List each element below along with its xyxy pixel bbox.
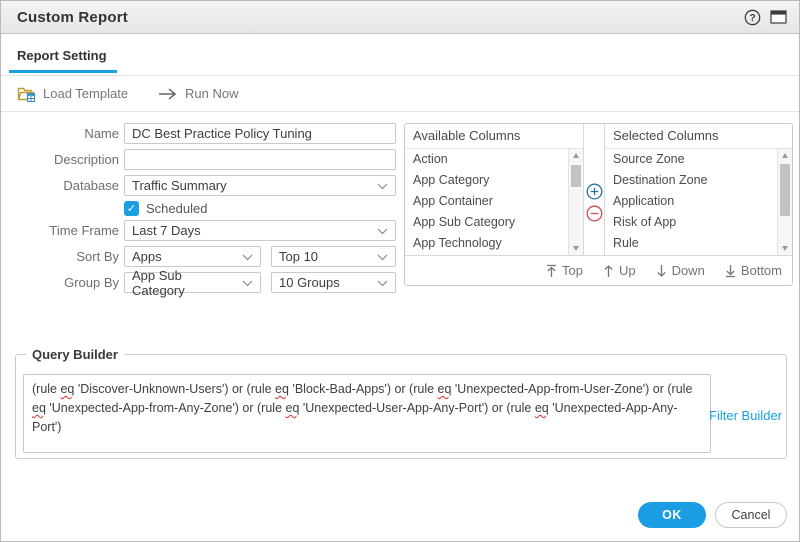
chevron-down-icon	[242, 280, 253, 287]
arrow-to-top-icon	[546, 264, 557, 278]
sort-limit-value: Top 10	[279, 249, 319, 264]
sort-by-select[interactable]: Apps	[124, 246, 261, 267]
chevron-down-icon	[377, 280, 388, 287]
load-template-folder-icon	[17, 86, 36, 102]
arrow-up-icon	[603, 264, 614, 278]
sort-limit-select[interactable]: Top 10	[271, 246, 396, 267]
help-icon[interactable]: ?	[743, 9, 761, 25]
list-item[interactable]: Destination Zone	[605, 170, 777, 191]
toolbar: Load Template Run Now	[1, 76, 799, 112]
tab-report-setting[interactable]: Report Setting	[9, 48, 117, 73]
time-frame-label: Time Frame	[49, 223, 119, 238]
selected-columns-header: Selected Columns	[605, 124, 792, 149]
sort-by-row: Sort By Apps Top 10	[1, 246, 396, 267]
database-row: Database Traffic Summary	[1, 175, 396, 196]
list-item[interactable]: Source Zone	[605, 149, 777, 170]
sort-by-value: Apps	[132, 249, 162, 264]
columns-panel: Available Columns Selected Columns Actio…	[404, 123, 793, 286]
sort-by-label: Sort By	[76, 249, 119, 264]
move-up-label: Up	[618, 263, 636, 278]
move-up-button[interactable]: Up	[603, 263, 636, 278]
list-item[interactable]: App Category	[405, 170, 568, 191]
scroll-down-icon[interactable]	[573, 246, 579, 251]
list-item[interactable]: App Sub Category	[405, 212, 568, 233]
description-label: Description	[53, 152, 119, 167]
list-item[interactable]: Action	[405, 149, 568, 170]
available-columns-list: Action App Category App Container App Sub C…	[405, 149, 583, 255]
database-value: Traffic Summary	[132, 178, 227, 193]
query-builder-group: Query Builder (rule eq 'Discover-Unknown…	[15, 347, 787, 459]
scroll-thumb[interactable]	[571, 165, 581, 187]
query-builder-legend: Query Builder	[32, 347, 118, 362]
scheduled-label: Scheduled	[146, 201, 208, 216]
time-frame-select[interactable]: Last 7 Days	[124, 220, 396, 241]
database-label: Database	[63, 178, 119, 193]
group-by-value: App Sub Category	[132, 267, 185, 298]
time-frame-row: Time Frame Last 7 Days	[1, 220, 396, 241]
load-template-label: Load Template	[43, 86, 129, 101]
ok-button[interactable]: OK	[638, 502, 706, 528]
run-now-button[interactable]: Run Now	[158, 86, 239, 101]
selected-scrollbar[interactable]	[777, 149, 792, 255]
selected-columns-list: Source Zone Destination Zone Application Ri…	[605, 149, 792, 255]
scheduled-row: Scheduled	[124, 201, 207, 216]
run-arrow-icon	[158, 87, 178, 100]
cancel-button[interactable]: Cancel	[715, 502, 787, 528]
available-scrollbar[interactable]	[568, 149, 583, 255]
group-limit-value: 10 Groups	[279, 275, 340, 290]
run-now-label: Run Now	[185, 86, 239, 101]
list-item[interactable]: App Container	[405, 191, 568, 212]
title-bar: Custom Report ?	[1, 1, 799, 34]
window-restore-icon[interactable]	[769, 9, 787, 25]
scroll-thumb[interactable]	[780, 164, 790, 216]
move-bottom-label: Bottom	[740, 263, 782, 278]
chevron-down-icon	[242, 254, 253, 261]
arrow-down-icon	[656, 264, 667, 278]
column-order-actions: Top Up Down Bottom	[405, 255, 792, 285]
add-column-button[interactable]	[586, 183, 603, 200]
chevron-down-icon	[377, 183, 388, 190]
move-top-label: Top	[561, 263, 583, 278]
move-down-button[interactable]: Down	[656, 263, 705, 278]
column-transfer-controls	[583, 149, 605, 255]
list-item[interactable]: Risk of App	[605, 212, 777, 233]
name-label: Name	[84, 126, 119, 141]
available-columns-header: Available Columns	[405, 124, 583, 149]
group-by-row: Group By App Sub Category 10 Groups	[1, 268, 396, 298]
arrow-to-bottom-icon	[725, 264, 736, 278]
remove-column-button[interactable]	[586, 205, 603, 222]
scroll-up-icon[interactable]	[782, 153, 788, 158]
custom-report-dialog: Custom Report ? Report Setting Load Temp…	[0, 0, 800, 542]
description-row: Description	[1, 149, 396, 170]
list-item[interactable]: Application	[605, 191, 777, 212]
group-by-select[interactable]: App Sub Category	[124, 268, 261, 298]
description-input[interactable]	[124, 149, 396, 170]
move-bottom-button[interactable]: Bottom	[725, 263, 782, 278]
group-by-label: Group By	[64, 275, 119, 290]
name-input[interactable]	[124, 123, 396, 144]
list-item[interactable]: Rule	[605, 233, 777, 254]
scroll-down-icon[interactable]	[782, 246, 788, 251]
time-frame-value: Last 7 Days	[132, 223, 201, 238]
columns-divider	[583, 124, 605, 149]
query-input[interactable]: (rule eq 'Discover-Unknown-Users') or (r…	[23, 374, 711, 453]
svg-text:?: ?	[749, 13, 755, 24]
move-top-button[interactable]: Top	[546, 263, 583, 278]
scheduled-checkbox[interactable]	[124, 201, 139, 216]
database-select[interactable]: Traffic Summary	[124, 175, 396, 196]
scroll-up-icon[interactable]	[573, 153, 579, 158]
move-down-label: Down	[671, 263, 705, 278]
chevron-down-icon	[377, 254, 388, 261]
dialog-title: Custom Report	[17, 8, 128, 26]
tab-bar: Report Setting	[1, 35, 799, 76]
chevron-down-icon	[377, 228, 388, 235]
group-limit-select[interactable]: 10 Groups	[271, 272, 396, 293]
filter-builder-link[interactable]: Filter Builder	[709, 408, 782, 423]
list-item[interactable]: App Technology	[405, 233, 568, 254]
load-template-button[interactable]: Load Template	[17, 86, 128, 102]
name-row: Name	[1, 123, 396, 144]
